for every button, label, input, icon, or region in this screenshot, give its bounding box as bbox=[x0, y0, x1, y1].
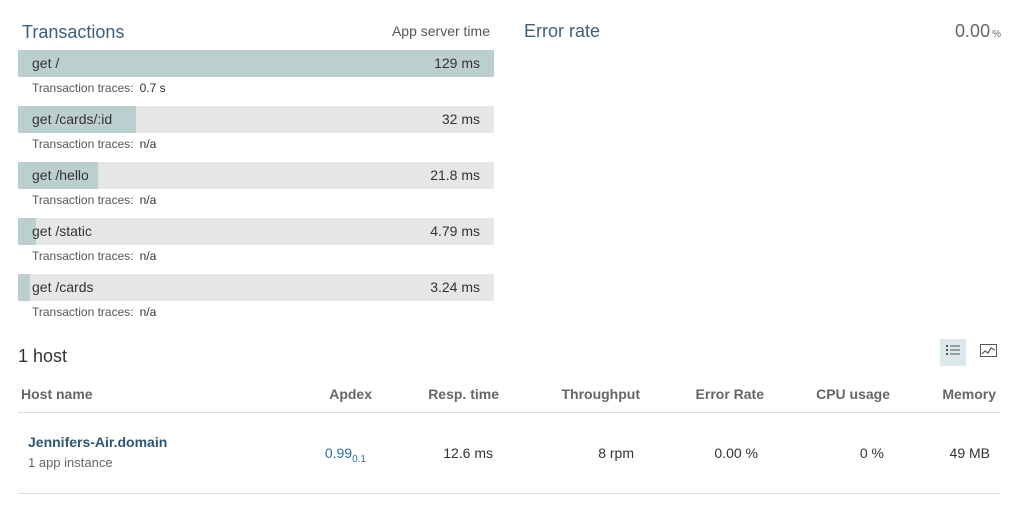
host-memory: 49 MB bbox=[949, 445, 990, 461]
transaction-traces-label: Transaction traces: bbox=[32, 249, 134, 263]
host-instances: 1 app instance bbox=[28, 455, 113, 470]
chart-view-icon bbox=[979, 343, 997, 362]
column-memory[interactable]: Memory bbox=[942, 386, 996, 402]
apdex-score: 0.99 bbox=[324, 445, 353, 461]
error-rate-unit: % bbox=[992, 29, 1001, 40]
host-error-rate: 0.00 % bbox=[714, 445, 758, 461]
error-rate-value: 0.00% bbox=[955, 21, 1001, 42]
transaction-name: get / bbox=[32, 55, 60, 71]
transaction-traces-value: n/a bbox=[139, 137, 157, 151]
transaction-traces-value: n/a bbox=[139, 249, 157, 263]
host-apdex[interactable]: 0.990.1 bbox=[325, 445, 366, 465]
transaction-item: get /cards/:id 32 ms Transaction traces:… bbox=[18, 106, 494, 162]
chart-view-button[interactable] bbox=[975, 339, 1001, 366]
column-host-name[interactable]: Host name bbox=[21, 386, 93, 402]
list-view-button[interactable] bbox=[940, 339, 966, 366]
transaction-time: 4.79 ms bbox=[430, 223, 480, 239]
transaction-name: get /cards bbox=[32, 279, 94, 295]
transaction-traces-label: Transaction traces: bbox=[32, 193, 134, 207]
transaction-traces: Transaction traces: 0.7 s bbox=[32, 81, 494, 95]
transaction-traces: Transaction traces: n/a bbox=[32, 193, 494, 207]
transaction-traces-value: n/a bbox=[139, 305, 157, 319]
hosts-table-header: Host name Apdex Resp. time Throughput Er… bbox=[18, 380, 1000, 413]
host-cpu-usage: 0 % bbox=[859, 445, 884, 461]
transaction-bar[interactable]: get /cards/:id 32 ms bbox=[18, 106, 494, 133]
host-name-link[interactable]: Jennifers-Air.domain bbox=[28, 434, 167, 450]
transaction-traces-value: 0.7 s bbox=[139, 81, 166, 95]
transaction-time: 32 ms bbox=[441, 111, 480, 127]
column-apdex[interactable]: Apdex bbox=[329, 386, 372, 402]
transaction-bar[interactable]: get / 129 ms bbox=[18, 50, 494, 77]
column-throughput[interactable]: Throughput bbox=[561, 386, 640, 402]
host-row: Jennifers-Air.domain 1 app instance 0.99… bbox=[18, 413, 1000, 494]
column-resp-time[interactable]: Resp. time bbox=[428, 386, 499, 402]
transaction-name: get /cards/:id bbox=[32, 111, 113, 127]
transaction-time: 129 ms bbox=[434, 55, 480, 71]
transaction-traces-value: n/a bbox=[139, 193, 157, 207]
transaction-traces: Transaction traces: n/a bbox=[32, 249, 494, 263]
transaction-bar[interactable]: get /cards 3.24 ms bbox=[18, 274, 494, 301]
list-view-icon bbox=[945, 343, 961, 362]
transaction-traces-label: Transaction traces: bbox=[32, 137, 134, 151]
transaction-bar-fill bbox=[18, 50, 494, 77]
transaction-item: get /cards 3.24 ms Transaction traces: n/… bbox=[18, 274, 494, 330]
transactions-title: Transactions bbox=[22, 22, 125, 42]
hosts-title: 1 host bbox=[18, 346, 68, 366]
transactions-list: get / 129 ms Transaction traces: 0.7 s ge… bbox=[18, 50, 494, 330]
host-throughput: 8 rpm bbox=[598, 445, 634, 461]
error-rate-number: 0.00 bbox=[955, 21, 991, 41]
transaction-item: get /static 4.79 ms Transaction traces: n… bbox=[18, 218, 494, 274]
transaction-traces: Transaction traces: n/a bbox=[32, 305, 494, 319]
transaction-bar[interactable]: get /hello 21.8 ms bbox=[18, 162, 494, 189]
transaction-traces-label: Transaction traces: bbox=[32, 81, 134, 95]
column-cpu-usage[interactable]: CPU usage bbox=[816, 386, 890, 402]
app-server-time-label: App server time bbox=[391, 23, 490, 39]
transaction-time: 3.24 ms bbox=[430, 279, 480, 295]
transaction-traces-label: Transaction traces: bbox=[32, 305, 134, 319]
hosts-table: Host name Apdex Resp. time Throughput Er… bbox=[18, 380, 1000, 494]
transaction-time: 21.8 ms bbox=[430, 167, 480, 183]
transaction-item: get / 129 ms Transaction traces: 0.7 s bbox=[18, 50, 494, 106]
transaction-name: get /static bbox=[32, 223, 92, 239]
host-resp-time: 12.6 ms bbox=[443, 445, 493, 461]
transaction-item: get /hello 21.8 ms Transaction traces: n/… bbox=[18, 162, 494, 218]
apdex-threshold: 0.1 bbox=[352, 453, 366, 465]
transaction-bar[interactable]: get /static 4.79 ms bbox=[18, 218, 494, 245]
transaction-traces: Transaction traces: n/a bbox=[32, 137, 494, 151]
transaction-name: get /hello bbox=[32, 167, 89, 183]
transaction-bar-fill bbox=[18, 274, 30, 301]
column-error-rate[interactable]: Error Rate bbox=[696, 386, 764, 402]
error-rate-title: Error rate bbox=[524, 21, 601, 41]
